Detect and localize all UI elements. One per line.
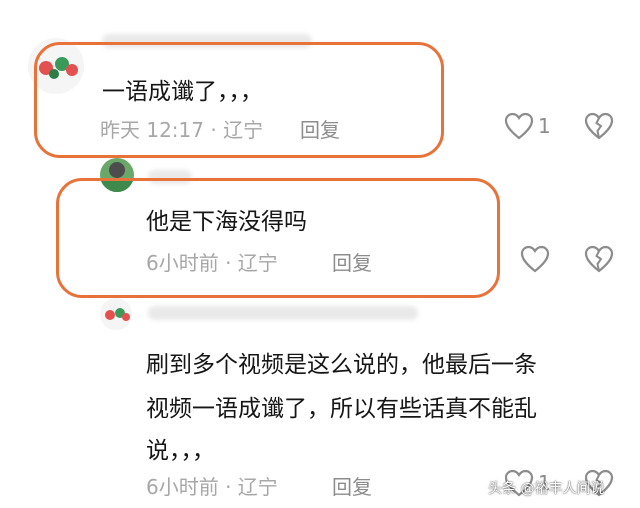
reply-button[interactable]: 回复 [332, 247, 372, 276]
highlight-box [56, 178, 500, 298]
comment-meta: 6小时前 · 辽宁 [146, 475, 278, 499]
watermark: 头条 @裕丰人间说 [488, 481, 605, 497]
username-blurred[interactable] [148, 306, 418, 320]
comment-text: 他是下海没得吗 [146, 209, 307, 235]
like-count: 1 [538, 114, 551, 138]
avatar[interactable] [100, 298, 132, 330]
comment-text-line: 刷到多个视频是这么说的，他最后一条 [146, 352, 537, 378]
reply-button[interactable]: 回复 [300, 114, 340, 143]
comment-text: 一语成谶了，，， [102, 79, 263, 105]
heart-icon[interactable] [504, 112, 534, 140]
broken-heart-icon[interactable] [584, 112, 614, 140]
heart-icon[interactable] [520, 245, 550, 273]
comment-meta: 昨天 12:17 · 辽宁 [100, 118, 264, 142]
comment-text-line: 说，，， [146, 438, 215, 464]
comment-text-line: 视频一语成谶了，所以有些话真不能乱 [146, 396, 537, 422]
reply-button[interactable]: 回复 [332, 471, 372, 500]
broken-heart-icon[interactable] [584, 245, 614, 273]
comment-meta: 6小时前 · 辽宁 [146, 251, 278, 275]
